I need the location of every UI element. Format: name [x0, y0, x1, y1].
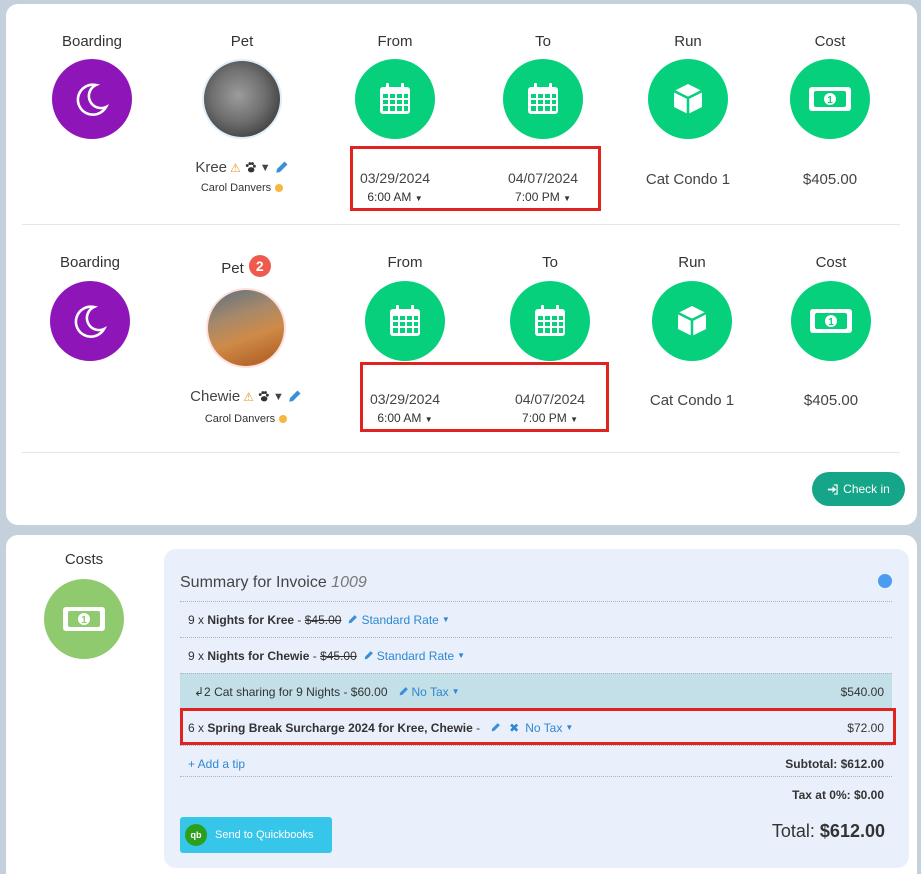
cost-header: Cost — [814, 33, 846, 50]
run-header: Run — [678, 254, 706, 271]
subtotal: Subtotal: $612.00 — [785, 756, 884, 771]
from-header: From — [387, 254, 423, 271]
to-header: To — [542, 254, 558, 271]
pencil-icon[interactable] — [274, 160, 289, 175]
costs-column: Costs 1 — [14, 551, 154, 659]
warning-icon[interactable]: ⚠ — [243, 390, 254, 404]
moon-icon[interactable] — [52, 59, 132, 139]
pet-photo-avatar[interactable] — [202, 59, 282, 139]
cost-value: $405.00 — [802, 171, 858, 188]
to-header: To — [535, 33, 551, 50]
pencil-icon — [364, 651, 373, 660]
cost-header: Cost — [815, 254, 847, 271]
caret-down-icon[interactable]: ▼ — [260, 162, 271, 174]
moon-icon[interactable] — [50, 281, 130, 361]
cube-icon[interactable] — [652, 281, 732, 361]
boarding-header: Boarding — [59, 254, 121, 271]
owner-name[interactable]: Carol Danvers — [205, 413, 275, 425]
pet-photo-avatar[interactable] — [206, 288, 286, 368]
status-dot[interactable] — [878, 574, 892, 588]
line-amount: $540.00 — [840, 684, 884, 699]
pencil-icon[interactable] — [287, 389, 302, 404]
quickbooks-icon: qb — [185, 824, 207, 846]
line-item-name: Nights for Kree — [207, 612, 295, 627]
owner-line: Carol Danvers — [176, 413, 316, 425]
date-highlight-box — [350, 146, 601, 211]
calendar-icon[interactable] — [503, 59, 583, 139]
svg-text:1: 1 — [81, 615, 87, 626]
invoice-number[interactable]: 1009 — [331, 574, 367, 591]
pet-name-line: Kree ⚠ ▼ — [172, 159, 312, 176]
line-item: 9 x Nights for Chewie - $45.00 Standard … — [180, 637, 892, 673]
check-in-button[interactable]: Check in — [812, 472, 905, 506]
pet-header: Pet — [230, 33, 254, 50]
owner-line: Carol Danvers — [172, 182, 312, 194]
pet-header-line: Pet 2 — [176, 254, 316, 277]
run-name[interactable]: Cat Condo 1 — [618, 171, 758, 188]
invoice-total: Total: $612.00 — [771, 821, 885, 841]
pencil-icon — [399, 687, 408, 696]
money-bill-icon[interactable]: 1 — [791, 281, 871, 361]
run-column: Run Cat Condo 1 — [622, 254, 762, 409]
calendar-icon[interactable] — [365, 281, 445, 361]
tax-dropdown[interactable]: No Tax ▼ — [398, 685, 460, 699]
date-highlight-box — [360, 362, 609, 432]
calendar-icon[interactable] — [355, 59, 435, 139]
divider — [22, 452, 900, 453]
cost-value: $405.00 — [803, 392, 859, 409]
discount-text: ↲2 Cat sharing for 9 Nights - $60.00 — [194, 684, 388, 699]
add-tip-link[interactable]: + Add a tip — [188, 757, 245, 771]
check-in-label: Check in — [843, 482, 890, 496]
paw-icon[interactable] — [257, 390, 270, 403]
surcharge-highlight-box — [180, 708, 896, 745]
calendar-icon[interactable] — [510, 281, 590, 361]
pet-count-badge: 2 — [248, 254, 271, 277]
cube-icon[interactable] — [648, 59, 728, 139]
send-to-quickbooks-button[interactable]: qb Send to Quickbooks — [180, 817, 332, 853]
pet-column: Pet 2 Chewie ⚠ ▼ Carol Danvers — [176, 254, 316, 425]
sign-in-icon — [828, 483, 838, 495]
cost-column: Cost 1 $405.00 — [761, 254, 901, 409]
total-value: $612.00 — [819, 821, 885, 841]
boarding-column: Boarding — [22, 33, 162, 139]
rate-dropdown[interactable]: Standard Rate ▼ — [347, 613, 450, 627]
status-dot — [279, 415, 288, 423]
svg-text:1: 1 — [828, 317, 834, 328]
warning-icon[interactable]: ⚠ — [230, 161, 241, 175]
caret-down-icon[interactable]: ▼ — [273, 391, 284, 403]
discount-line: ↲2 Cat sharing for 9 Nights - $60.00 No … — [180, 673, 892, 709]
svg-text:1: 1 — [827, 95, 833, 106]
run-name[interactable]: Cat Condo 1 — [622, 392, 762, 409]
pet-name[interactable]: Kree — [195, 159, 227, 176]
cost-column: Cost 1 $405.00 — [760, 33, 900, 188]
from-header: From — [377, 33, 413, 50]
line-item-price: $45.00 — [304, 612, 342, 627]
invoice-title: Summary for Invoice 1009 — [180, 574, 367, 591]
tax-row: Tax at 0%: $0.00 — [180, 776, 892, 812]
boarding-header: Boarding — [61, 33, 123, 50]
rate-dropdown[interactable]: Standard Rate ▼ — [363, 649, 465, 663]
line-item-name: Nights for Chewie — [207, 648, 310, 663]
pencil-icon — [349, 615, 358, 624]
tax-total: Tax at 0%: $0.00 — [792, 787, 884, 802]
status-dot — [275, 184, 284, 192]
pet-header: Pet — [221, 260, 244, 277]
run-column: Run Cat Condo 1 — [618, 33, 758, 188]
line-item-price: $45.00 — [320, 648, 357, 663]
pet-name[interactable]: Chewie — [190, 388, 240, 405]
run-header: Run — [674, 33, 702, 50]
owner-name[interactable]: Carol Danvers — [201, 182, 271, 194]
divider — [22, 224, 900, 225]
money-bill-icon[interactable]: 1 — [790, 59, 870, 139]
money-bill-icon: 1 — [44, 579, 124, 659]
line-item: 9 x Nights for Kree - $45.00 Standard Ra… — [180, 601, 892, 637]
paw-icon[interactable] — [244, 161, 257, 174]
costs-header: Costs — [64, 551, 104, 568]
boarding-column: Boarding — [20, 254, 160, 361]
pet-column: Pet Kree ⚠ ▼ Carol Danvers — [172, 33, 312, 194]
pet-name-line: Chewie ⚠ ▼ — [176, 388, 316, 405]
